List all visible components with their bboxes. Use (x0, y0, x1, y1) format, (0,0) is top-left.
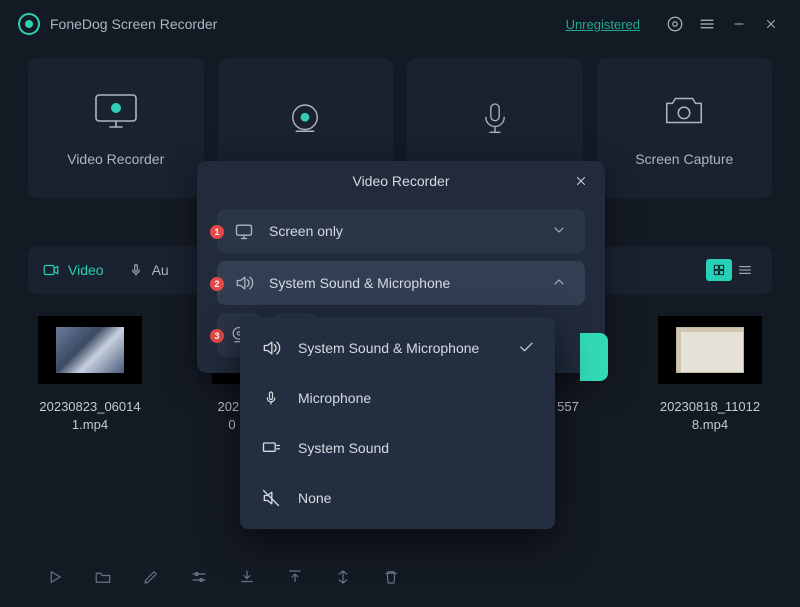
adjust-button[interactable] (188, 566, 210, 588)
recording-filename: 20230823_060141.mp4 (36, 398, 144, 434)
microphone-icon (260, 387, 282, 409)
step-badge: 2 (210, 277, 224, 291)
recording-filename: 557 (557, 398, 579, 416)
dropdown-item-none[interactable]: None (240, 473, 555, 523)
tab-audio[interactable]: Au (128, 262, 169, 278)
audio-source-dropdown: System Sound & Microphone Microphone Sys… (240, 317, 555, 529)
modal-close-button[interactable] (571, 171, 591, 191)
recording-thumbnail (658, 316, 762, 384)
unregistered-link[interactable]: Unregistered (566, 17, 640, 32)
view-toggle (706, 259, 758, 281)
upload-button[interactable] (284, 566, 306, 588)
monitor-icon (88, 89, 144, 133)
step-badge: 3 (210, 329, 224, 343)
modal-header: Video Recorder (197, 161, 605, 201)
app-title: FoneDog Screen Recorder (50, 16, 217, 32)
mode-video-recorder[interactable]: Video Recorder (28, 58, 204, 198)
bottom-toolbar (0, 547, 800, 607)
speaker-icon (233, 272, 255, 294)
check-icon (517, 338, 535, 359)
speaker-icon (260, 337, 282, 359)
recording-filename: 20230818_110128.mp4 (656, 398, 764, 434)
chevron-up-icon (551, 274, 569, 292)
webcam-icon (277, 97, 333, 141)
tab-video[interactable]: Video (42, 261, 104, 279)
download-button[interactable] (236, 566, 258, 588)
view-grid-button[interactable] (706, 259, 732, 281)
dropdown-item-system-and-mic[interactable]: System Sound & Microphone (240, 323, 555, 373)
minimize-button[interactable] (728, 13, 750, 35)
modal-title: Video Recorder (352, 173, 449, 189)
app-branding: FoneDog Screen Recorder (18, 13, 217, 35)
app-logo-icon (18, 13, 40, 35)
dropdown-item-system-sound[interactable]: System Sound (240, 423, 555, 473)
compress-button[interactable] (332, 566, 354, 588)
record-button-fragment[interactable] (580, 333, 608, 381)
camera-icon (656, 89, 712, 133)
view-list-button[interactable] (732, 259, 758, 281)
tab-video-label: Video (68, 262, 104, 278)
dropdown-label: None (298, 490, 331, 506)
chevron-down-icon (551, 222, 569, 240)
mode-label: Video Recorder (67, 151, 164, 167)
option-screen-source[interactable]: 1 Screen only (217, 209, 585, 253)
mode-screen-capture[interactable]: Screen Capture (597, 58, 773, 198)
option-label: Screen only (269, 223, 537, 239)
recording-thumbnail (38, 316, 142, 384)
mute-icon (260, 487, 282, 509)
settings-button[interactable] (664, 13, 686, 35)
tab-audio-label: Au (152, 262, 169, 278)
option-audio-source[interactable]: 2 System Sound & Microphone (217, 261, 585, 305)
system-sound-icon (260, 437, 282, 459)
recording-item[interactable]: 20230818_110128.mp4 (656, 316, 764, 434)
menu-button[interactable] (696, 13, 718, 35)
dropdown-item-microphone[interactable]: Microphone (240, 373, 555, 423)
option-label: System Sound & Microphone (269, 275, 537, 291)
microphone-icon (467, 97, 523, 141)
play-button[interactable] (44, 566, 66, 588)
dropdown-label: System Sound (298, 440, 389, 456)
monitor-icon (233, 220, 255, 242)
edit-button[interactable] (140, 566, 162, 588)
delete-button[interactable] (380, 566, 402, 588)
step-badge: 1 (210, 225, 224, 239)
titlebar: FoneDog Screen Recorder Unregistered (0, 0, 800, 48)
dropdown-label: Microphone (298, 390, 371, 406)
recording-item[interactable]: 20230823_060141.mp4 (36, 316, 144, 434)
close-window-button[interactable] (760, 13, 782, 35)
dropdown-label: System Sound & Microphone (298, 340, 479, 356)
folder-button[interactable] (92, 566, 114, 588)
mode-label: Screen Capture (635, 151, 733, 167)
